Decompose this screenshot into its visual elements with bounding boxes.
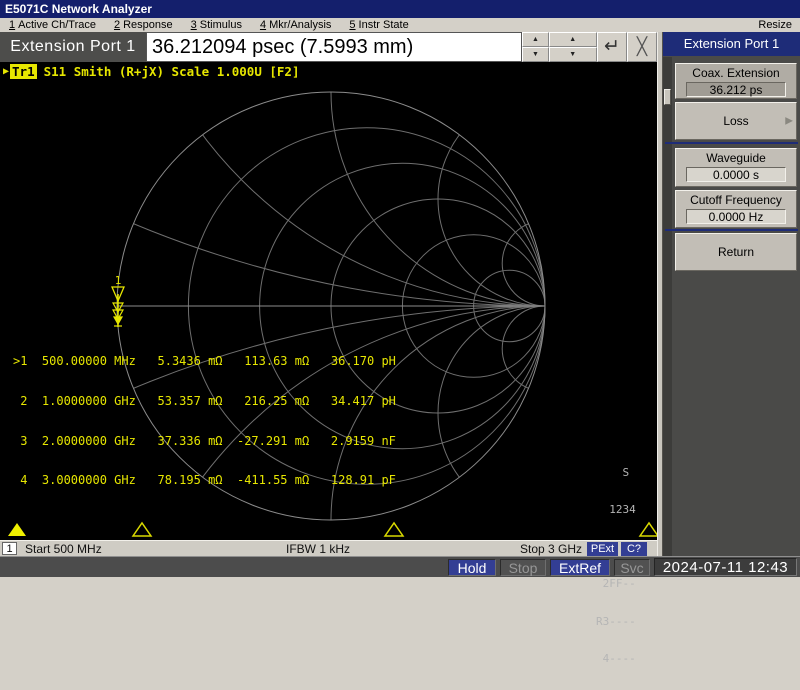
- menu-active-ch-trace[interactable]: 1 Active Ch/Trace: [0, 19, 105, 31]
- softkey-group-separator-2: [665, 229, 798, 231]
- start-frequency-label: Start 500 MHz: [25, 542, 102, 556]
- menu-resize[interactable]: Resize: [750, 19, 800, 31]
- close-entry-button[interactable]: ╳: [626, 32, 657, 62]
- stimulus-marker3-triangle[interactable]: [383, 521, 405, 537]
- marker-row-3: 3 2.0000000 GHz 37.336 mΩ -27.291 mΩ 2.9…: [13, 433, 396, 448]
- ifbw-label: IFBW 1 kHz: [286, 542, 351, 556]
- softkey-cutoff-frequency[interactable]: Cutoff Frequency 0.0000 Hz: [675, 190, 797, 228]
- stimulus-marker2-triangle[interactable]: [131, 521, 153, 537]
- softkey-coax-extension[interactable]: Coax. Extension 36.212 ps: [675, 63, 797, 99]
- stimulus-marker4-triangle[interactable]: [638, 521, 660, 537]
- entry-bar: Extension Port 1 ▲ ▼ ▲ ▼ ↵ ╳: [0, 32, 657, 62]
- window-title: E5071C Network Analyzer: [0, 0, 800, 18]
- softkey-return[interactable]: Return: [675, 233, 797, 271]
- marker-row-2: 2 1.0000000 GHz 53.357 mΩ 216.25 mΩ 34.4…: [13, 394, 396, 409]
- softkey-group-separator: [665, 142, 798, 144]
- active-trace-pointer-icon: ▶: [3, 66, 10, 77]
- softkey-waveguide[interactable]: Waveguide 0.0000 s: [675, 148, 797, 187]
- cal-status-badge: C?: [621, 542, 647, 556]
- port-extension-badge: PExt: [587, 542, 618, 556]
- spin-up-small-icon[interactable]: ▲: [522, 32, 549, 47]
- channel-number-badge: 1: [2, 542, 17, 555]
- stop-frequency-label: Stop 3 GHz: [520, 542, 583, 556]
- trace-format-text: S11 Smith (R+jX) Scale 1.000U [F2]: [43, 64, 300, 79]
- channel-status-bar: 1 Start 500 MHz IFBW 1 kHz Stop 3 GHz PE…: [0, 540, 657, 556]
- softkey-loss[interactable]: Loss ▶: [675, 102, 797, 140]
- marker1-label: 1: [115, 274, 122, 287]
- menu-stimulus[interactable]: 3 Stimulus: [182, 19, 251, 31]
- hold-status: Hold: [448, 558, 496, 576]
- extref-status: ExtRef: [550, 558, 610, 576]
- coarse-spinner: ▲ ▼: [548, 32, 597, 62]
- datetime-display: 2024-07-11 12:43: [654, 558, 797, 576]
- enter-button[interactable]: ↵: [596, 32, 627, 62]
- submenu-arrow-icon: ▶: [785, 115, 793, 127]
- stop-status: Stop: [500, 558, 546, 576]
- trace-name[interactable]: Tr1: [10, 64, 37, 79]
- cutoff-frequency-value: 0.0000 Hz: [686, 209, 786, 224]
- softkey-menu: Extension Port 1 Coax. Extension 36.212 …: [663, 32, 800, 556]
- menu-instr-state[interactable]: 5 Instr State: [340, 19, 417, 31]
- menu-mkr-analysis[interactable]: 4 Mkr/Analysis: [251, 19, 340, 31]
- smith-chart-area: 1 ▶ Tr1 S11 Smith (R+jX) Scale 1.000U [F…: [0, 62, 660, 665]
- spin-down-small-icon[interactable]: ▼: [522, 47, 549, 62]
- stimulus-marker1-triangle[interactable]: [8, 523, 26, 536]
- trace-title: ▶ Tr1 S11 Smith (R+jX) Scale 1.000U [F2]: [3, 64, 299, 79]
- analyzer-window: { "window": { "title": "E5071C Network A…: [0, 0, 800, 665]
- marker-row-4: 4 3.0000000 GHz 78.195 mΩ -411.55 mΩ 128…: [13, 473, 396, 488]
- svc-status: Svc: [614, 558, 650, 576]
- menu-response[interactable]: 2 Response: [105, 19, 182, 31]
- softkey-scrollbar[interactable]: [663, 57, 672, 556]
- marker-readout-table: >1 500.00000 MHz 5.3436 mΩ 113.63 mΩ 36.…: [13, 329, 396, 514]
- entry-label: Extension Port 1: [0, 32, 146, 62]
- extension-value-input[interactable]: [145, 32, 523, 62]
- waveguide-value: 0.0000 s: [686, 167, 786, 182]
- fine-spinner: ▲ ▼: [522, 32, 549, 62]
- coax-extension-value: 36.212 ps: [686, 82, 786, 97]
- spin-down-large-icon[interactable]: ▼: [548, 47, 597, 62]
- softkey-menu-title: Extension Port 1: [663, 32, 800, 56]
- marker-row-1: >1 500.00000 MHz 5.3436 mΩ 113.63 mΩ 36.…: [13, 354, 396, 369]
- menu-bar: 1 Active Ch/Trace 2 Response 3 Stimulus 4 Mk…: [0, 18, 800, 32]
- spin-up-large-icon[interactable]: ▲: [548, 32, 597, 47]
- softkey-scrollbar-thumb[interactable]: [664, 89, 671, 105]
- instrument-status-bar: Hold Stop ExtRef Svc 2024-07-11 12:43: [0, 556, 800, 577]
